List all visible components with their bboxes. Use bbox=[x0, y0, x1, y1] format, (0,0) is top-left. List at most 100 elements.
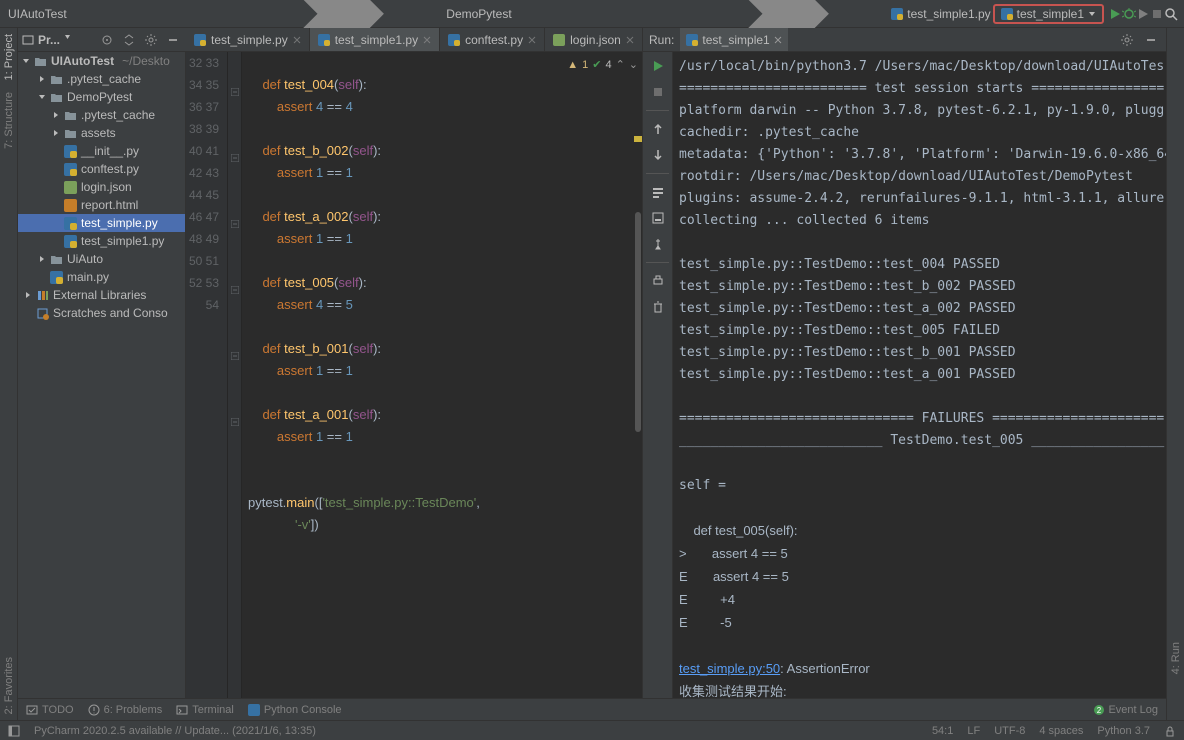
run-toolbar bbox=[643, 52, 673, 720]
fold-minus-icon[interactable] bbox=[231, 88, 239, 96]
tree-item[interactable]: External Libraries bbox=[18, 286, 185, 304]
tree-item[interactable]: .pytest_cache bbox=[18, 70, 185, 88]
editor-tab[interactable]: conftest.py bbox=[440, 28, 545, 51]
chevron-up-icon[interactable]: ⌃ bbox=[616, 54, 625, 76]
breadcrumb-0[interactable]: UIAutoTest bbox=[6, 7, 69, 21]
tree-item[interactable]: UiAuto bbox=[18, 250, 185, 268]
encoding[interactable]: UTF-8 bbox=[994, 725, 1025, 737]
terminal-tool[interactable]: Terminal bbox=[176, 704, 234, 716]
interpreter[interactable]: Python 3.7 bbox=[1097, 725, 1150, 737]
project-panel-title[interactable]: Pr... bbox=[22, 33, 76, 47]
tree-item[interactable]: conftest.py bbox=[18, 160, 185, 178]
file-icon bbox=[64, 145, 77, 158]
breadcrumb-1[interactable]: DemoPytest bbox=[444, 7, 513, 21]
soft-wrap-button[interactable] bbox=[648, 182, 668, 202]
caret-pos[interactable]: 54:1 bbox=[932, 725, 953, 737]
tree-root[interactable]: UIAutoTest ~/Deskto bbox=[18, 52, 185, 70]
event-log-button[interactable]: 2Event Log bbox=[1094, 704, 1158, 716]
tree-item[interactable]: login.json bbox=[18, 178, 185, 196]
tree-item[interactable]: test_simple1.py bbox=[18, 232, 185, 250]
close-icon[interactable] bbox=[528, 36, 536, 44]
step-up-button[interactable] bbox=[648, 119, 668, 139]
tree-item[interactable]: DemoPytest bbox=[18, 88, 185, 106]
code-editor[interactable]: 32 33 34 35 36 37 38 39 40 41 42 43 44 4… bbox=[186, 52, 642, 720]
project-tree[interactable]: UIAutoTest ~/Deskto .pytest_cacheDemoPyt… bbox=[18, 52, 186, 720]
editor-scrollbar[interactable] bbox=[634, 52, 642, 720]
tool-run[interactable]: 4: Run bbox=[1170, 642, 1182, 674]
tool-project[interactable]: 1: Project bbox=[3, 34, 15, 80]
lock-icon[interactable] bbox=[1164, 725, 1176, 737]
stop-button[interactable] bbox=[1150, 3, 1164, 25]
tree-item[interactable]: Scratches and Conso bbox=[18, 304, 185, 322]
locate-file-button[interactable] bbox=[98, 31, 116, 49]
code-area[interactable]: def test_004(self): assert 4 == 4 def te… bbox=[242, 52, 642, 720]
console-output[interactable]: /usr/local/bin/python3.7 /Users/mac/Desk… bbox=[673, 52, 1166, 720]
run-button[interactable] bbox=[1108, 3, 1122, 25]
tool-favorites[interactable]: 2: Favorites bbox=[3, 657, 15, 714]
debug-button[interactable] bbox=[1122, 3, 1136, 25]
status-bar: PyCharm 2020.2.5 available // Update... … bbox=[0, 720, 1184, 740]
todo-tool[interactable]: TODO bbox=[26, 704, 74, 716]
settings-gear-icon[interactable] bbox=[142, 31, 160, 49]
run-config-label: test_simple1 bbox=[1017, 7, 1084, 21]
delete-button[interactable] bbox=[648, 297, 668, 317]
print-button[interactable] bbox=[648, 271, 668, 291]
chevron-down-icon bbox=[1088, 10, 1096, 18]
tree-item[interactable]: report.html bbox=[18, 196, 185, 214]
tree-item[interactable]: test_simple.py bbox=[18, 214, 185, 232]
line-number-gutter: 32 33 34 35 36 37 38 39 40 41 42 43 44 4… bbox=[186, 52, 228, 720]
fold-minus-icon[interactable] bbox=[231, 286, 239, 294]
rerun-button[interactable] bbox=[648, 56, 668, 76]
run-with-coverage-button[interactable] bbox=[1136, 3, 1150, 25]
fold-minus-icon[interactable] bbox=[231, 220, 239, 228]
editor-tab[interactable]: test_simple1.py bbox=[310, 28, 440, 51]
tree-item-label: report.html bbox=[81, 198, 138, 212]
problems-tool[interactable]: 6: Problems bbox=[88, 704, 163, 716]
search-everywhere-button[interactable] bbox=[1164, 3, 1178, 25]
python-icon bbox=[686, 34, 698, 46]
tree-item-label: main.py bbox=[67, 270, 109, 284]
indent[interactable]: 4 spaces bbox=[1039, 725, 1083, 737]
tool-windows-icon[interactable] bbox=[8, 725, 20, 737]
close-icon[interactable] bbox=[423, 36, 431, 44]
file-icon bbox=[553, 34, 565, 46]
hide-panel-button[interactable] bbox=[164, 31, 182, 49]
status-message[interactable]: PyCharm 2020.2.5 available // Update... … bbox=[34, 725, 316, 737]
fold-gutter bbox=[228, 52, 242, 720]
fold-minus-icon[interactable] bbox=[231, 154, 239, 162]
pin-button[interactable] bbox=[648, 234, 668, 254]
settings-gear-icon[interactable] bbox=[1118, 31, 1136, 49]
breadcrumb-2[interactable]: test_simple1.py bbox=[889, 7, 992, 21]
scroll-to-end-button[interactable] bbox=[648, 208, 668, 228]
chevron-right-icon bbox=[38, 75, 46, 83]
python-console-tool[interactable]: Python Console bbox=[248, 704, 342, 716]
chevron-down-icon bbox=[38, 93, 46, 101]
tree-item[interactable]: __init__.py bbox=[18, 142, 185, 160]
file-icon bbox=[64, 199, 77, 212]
tool-structure[interactable]: 7: Structure bbox=[3, 92, 15, 149]
fold-minus-icon[interactable] bbox=[231, 418, 239, 426]
close-icon[interactable] bbox=[774, 36, 782, 44]
editor-problem-badges[interactable]: ▲1 ✔4 ⌃ ⌄ bbox=[567, 54, 638, 76]
chevron-right-icon bbox=[52, 129, 60, 137]
tab-label: conftest.py bbox=[465, 33, 523, 47]
close-icon[interactable] bbox=[626, 36, 634, 44]
bottom-tool-strip: TODO 6: Problems Terminal Python Console… bbox=[18, 698, 1166, 720]
tree-item[interactable]: .pytest_cache bbox=[18, 106, 185, 124]
tree-item[interactable]: assets bbox=[18, 124, 185, 142]
console-link[interactable]: test_simple.py:50 bbox=[679, 661, 780, 676]
project-panel-header: Pr... bbox=[18, 28, 186, 52]
close-icon[interactable] bbox=[293, 36, 301, 44]
run-config-selector[interactable]: test_simple1 bbox=[993, 4, 1104, 24]
step-down-button[interactable] bbox=[648, 145, 668, 165]
stop-button[interactable] bbox=[648, 82, 668, 102]
line-sep[interactable]: LF bbox=[967, 725, 980, 737]
chevron-right-icon bbox=[52, 111, 60, 119]
editor-tab[interactable]: login.json bbox=[545, 28, 642, 51]
run-tab[interactable]: test_simple1 bbox=[680, 28, 787, 51]
fold-minus-icon[interactable] bbox=[231, 352, 239, 360]
tree-item[interactable]: main.py bbox=[18, 268, 185, 286]
hide-panel-button[interactable] bbox=[1142, 31, 1160, 49]
expand-all-button[interactable] bbox=[120, 31, 138, 49]
editor-tab[interactable]: test_simple.py bbox=[186, 28, 310, 51]
